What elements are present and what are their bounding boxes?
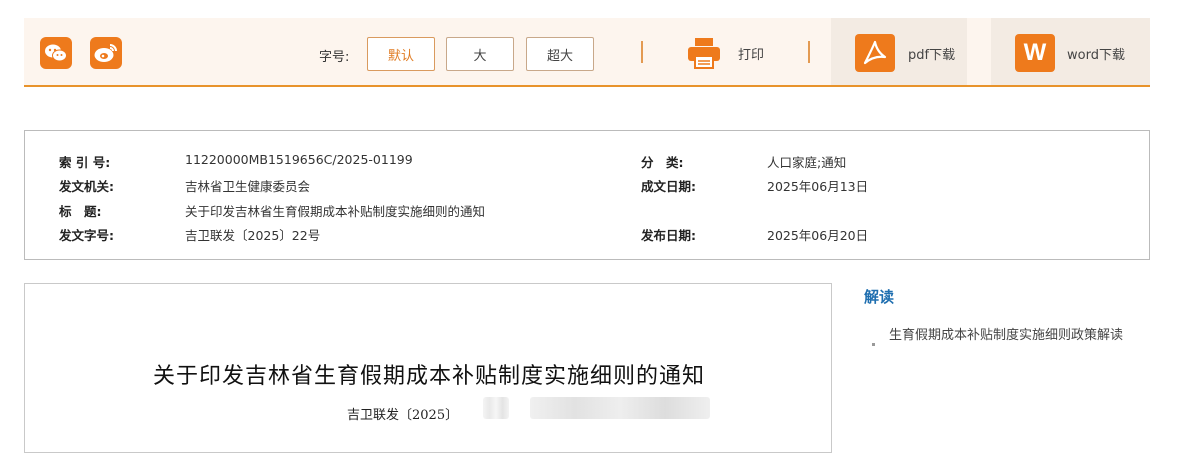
pdf-download-label[interactable]: pdf下载 [908, 44, 955, 63]
doc-number-key: 发文字号: [59, 228, 114, 243]
weibo-icon[interactable] [90, 37, 122, 69]
font-size-label: 字号: [319, 50, 350, 65]
word-icon[interactable]: W [1015, 34, 1055, 72]
redacted-text [483, 397, 509, 419]
issuer-key: 发文机关: [59, 179, 114, 194]
wechat-icon[interactable] [40, 37, 72, 69]
published-date-value: 2025年06月20日 [767, 228, 869, 243]
print-button[interactable]: 打印 [738, 44, 764, 63]
interpretation-link[interactable]: 生育假期成本补贴制度实施细则政策解读 [889, 321, 1144, 351]
font-size-xlarge-button[interactable]: 超大 [526, 37, 594, 71]
redacted-text [530, 397, 710, 419]
index-key: 索 引 号: [59, 155, 111, 170]
document-number: 吉卫联发〔2025〕 [347, 408, 459, 423]
published-date-key: 发布日期: [641, 228, 696, 243]
toolbar: 字号: 默认 大 超大 打印 pdf下载 W word下载 [24, 18, 1150, 87]
pdf-download-panel[interactable]: pdf下载 [831, 18, 967, 85]
category-key: 分 类: [641, 155, 684, 170]
title-key: 标 题: [59, 204, 102, 219]
document-meta-table: 索 引 号: 11220000MB1519656C/2025-01199 分 类… [24, 130, 1150, 260]
document-content: 关于印发吉林省生育假期成本补贴制度实施细则的通知 吉卫联发〔2025〕 [24, 283, 832, 453]
divider [808, 41, 810, 63]
print-icon[interactable] [686, 37, 722, 69]
pdf-icon[interactable] [855, 34, 895, 72]
index-value: 11220000MB1519656C/2025-01199 [185, 152, 413, 167]
document-title: 关于印发吉林省生育假期成本补贴制度实施细则的通知 [152, 364, 705, 389]
font-size-large-button[interactable]: 大 [446, 37, 514, 71]
created-date-value: 2025年06月13日 [767, 179, 869, 194]
interpretation-heading: 解读 [864, 288, 895, 306]
word-download-label[interactable]: word下载 [1067, 44, 1125, 63]
created-date-key: 成文日期: [641, 179, 696, 194]
font-size-default-button[interactable]: 默认 [367, 37, 435, 71]
title-value: 关于印发吉林省生育假期成本补贴制度实施细则的通知 [185, 204, 486, 219]
doc-number-value: 吉卫联发〔2025〕22号 [185, 228, 321, 243]
issuer-value: 吉林省卫生健康委员会 [185, 179, 311, 194]
divider [641, 41, 643, 63]
word-download-panel[interactable]: W word下载 [991, 18, 1150, 85]
category-value: 人口家庭;通知 [767, 155, 847, 170]
bullet-icon [872, 343, 875, 346]
